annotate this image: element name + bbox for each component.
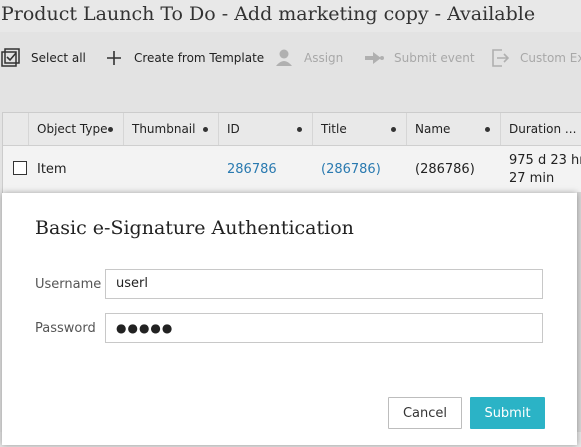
dialog-title: Basic e-Signature Authentication bbox=[35, 217, 354, 239]
username-label: Username bbox=[35, 277, 102, 292]
grid-toolbar-strip bbox=[0, 76, 581, 112]
column-menu-icon[interactable] bbox=[203, 127, 208, 132]
user-icon bbox=[273, 47, 295, 69]
cell-thumbnail bbox=[124, 146, 219, 193]
column-header-label: Object Type bbox=[37, 122, 108, 136]
username-field[interactable]: userl bbox=[105, 269, 543, 299]
duration-line-2: 27 min bbox=[509, 171, 555, 186]
window-title: Product Launch To Do - Add marketing cop… bbox=[0, 0, 581, 32]
submit-event-button[interactable]: Submit event bbox=[363, 40, 475, 76]
submit-event-icon bbox=[363, 47, 385, 69]
custom-exp-icon bbox=[489, 47, 511, 69]
background-grid-edge bbox=[577, 192, 581, 447]
column-header-id[interactable]: ID bbox=[219, 113, 313, 145]
column-header-label: Thumbnail bbox=[132, 122, 196, 136]
column-menu-icon[interactable] bbox=[391, 127, 396, 132]
cell-id-link[interactable]: 286786 bbox=[219, 146, 313, 193]
grid-header: Object Type Thumbnail ID Title Name Dura… bbox=[3, 113, 581, 146]
header-select-cell[interactable] bbox=[3, 113, 29, 145]
password-field[interactable]: ●●●●● bbox=[105, 313, 543, 343]
column-menu-icon[interactable] bbox=[108, 127, 113, 132]
column-header-thumbnail[interactable]: Thumbnail bbox=[124, 113, 219, 145]
cell-duration: 975 d 23 hr 27 min bbox=[501, 146, 581, 193]
select-all-label: Select all bbox=[31, 51, 86, 65]
column-header-duration[interactable]: Duration ... bbox=[501, 113, 581, 145]
column-header-label: Title bbox=[321, 122, 347, 136]
select-all-icon bbox=[0, 47, 22, 69]
custom-exp-button[interactable]: Custom Exp bbox=[489, 40, 581, 76]
column-header-title[interactable]: Title bbox=[313, 113, 407, 145]
data-grid: Object Type Thumbnail ID Title Name Dura… bbox=[2, 112, 581, 193]
column-menu-icon[interactable] bbox=[297, 127, 302, 132]
toolbar: Select all Create from Template Assign S… bbox=[0, 40, 581, 76]
assign-label: Assign bbox=[304, 51, 344, 65]
assign-button[interactable]: Assign bbox=[273, 40, 343, 76]
create-from-template-button[interactable]: Create from Template bbox=[103, 40, 264, 76]
column-header-label: Name bbox=[415, 122, 451, 136]
column-header-name[interactable]: Name bbox=[407, 113, 501, 145]
cell-object-type: Item bbox=[37, 162, 67, 177]
row-checkbox[interactable] bbox=[13, 161, 27, 175]
cancel-button[interactable]: Cancel bbox=[388, 397, 462, 429]
column-header-label: Duration ... bbox=[509, 122, 577, 136]
column-header-label: ID bbox=[227, 122, 240, 136]
column-menu-icon[interactable] bbox=[485, 127, 490, 132]
column-header-object-type[interactable]: Object Type bbox=[29, 113, 124, 145]
cell-title-link[interactable]: (286786) bbox=[313, 146, 407, 193]
submit-event-label: Submit event bbox=[394, 51, 475, 65]
esignature-dialog: Basic e-Signature Authentication Usernam… bbox=[2, 193, 577, 445]
cell-name: (286786) bbox=[415, 162, 475, 177]
password-label: Password bbox=[35, 321, 96, 336]
custom-exp-label: Custom Exp bbox=[520, 51, 581, 65]
select-all-button[interactable]: Select all bbox=[0, 40, 86, 76]
create-from-template-label: Create from Template bbox=[134, 51, 265, 65]
plus-icon bbox=[103, 47, 125, 69]
table-row[interactable]: Item 286786 (286786) (286786) 975 d 23 h… bbox=[3, 146, 581, 193]
submit-button[interactable]: Submit bbox=[470, 397, 545, 429]
duration-line-1: 975 d 23 hr bbox=[509, 153, 581, 168]
